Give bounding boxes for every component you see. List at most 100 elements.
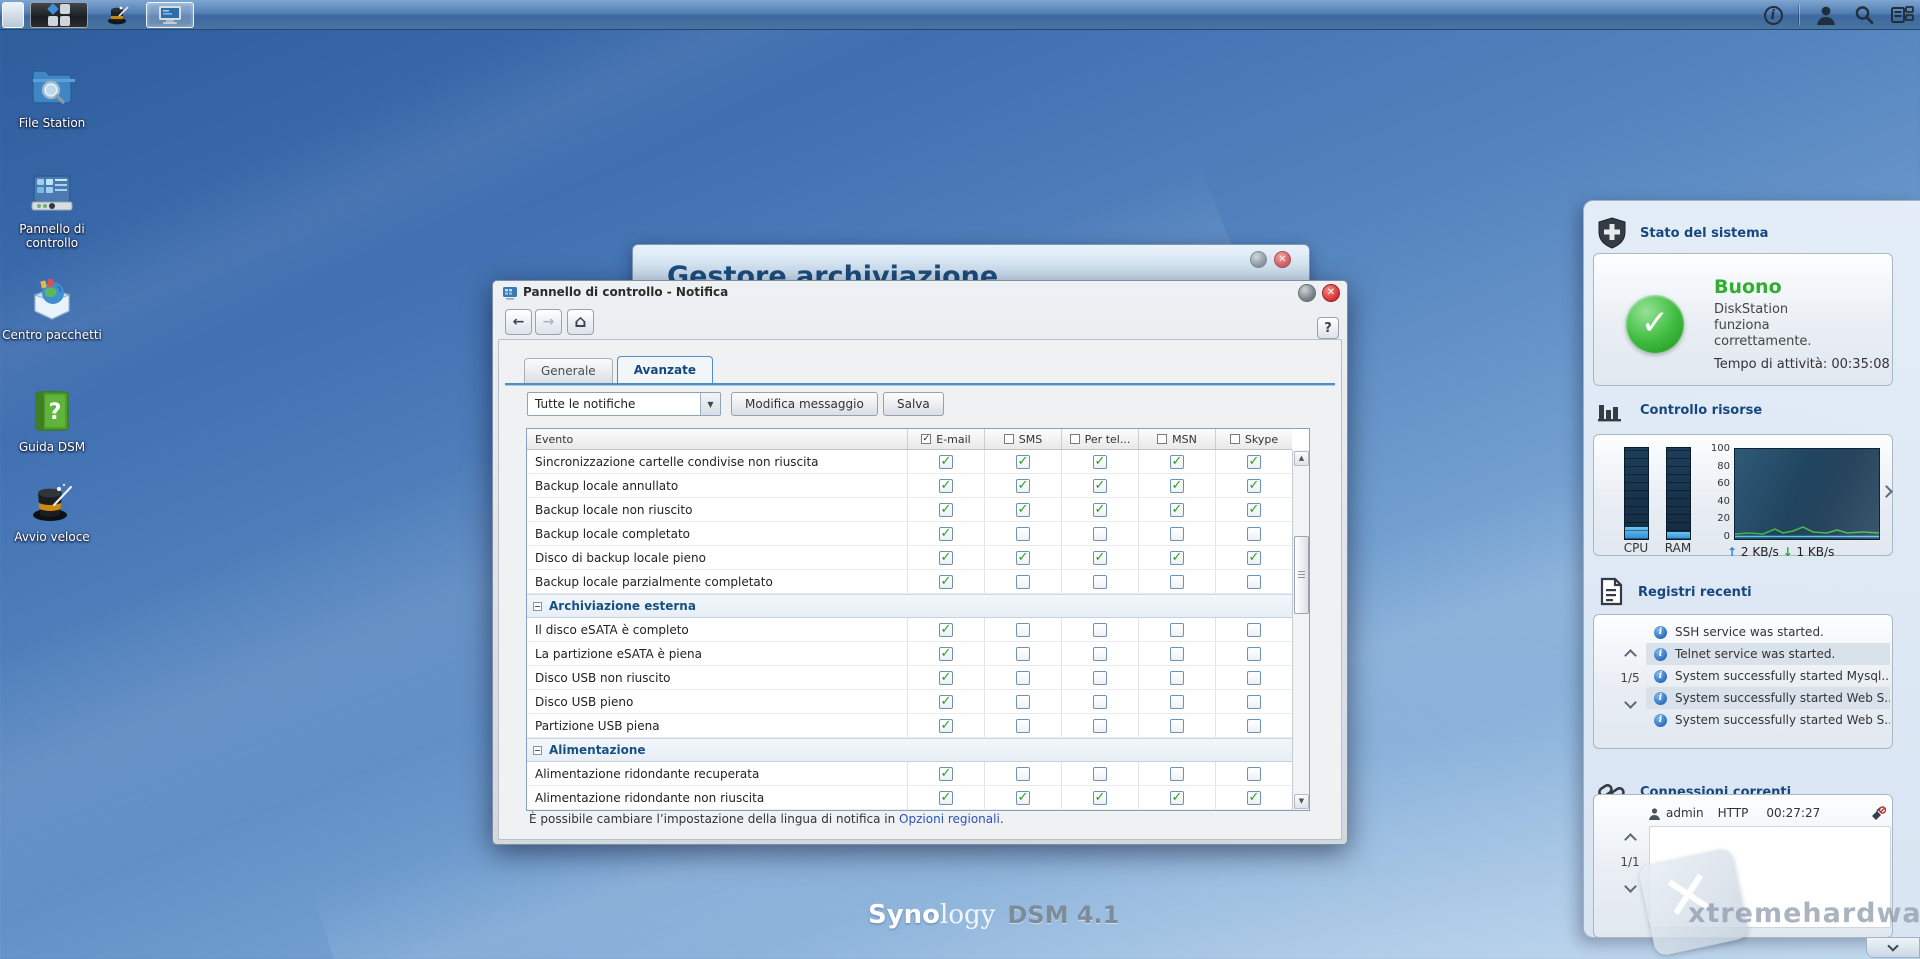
connections-page-up-button[interactable] (1626, 829, 1635, 848)
checked-checkbox-icon[interactable]: ✓ (1093, 455, 1107, 469)
channel-header-pertel[interactable]: Per tel... (1061, 429, 1138, 449)
unchecked-checkbox-icon[interactable] (1016, 695, 1030, 709)
disconnect-icon[interactable] (1870, 806, 1886, 821)
group-row[interactable]: Alimentazione (527, 738, 1292, 762)
checked-checkbox-icon[interactable]: ✓ (1016, 551, 1030, 565)
unchecked-checkbox-icon[interactable] (1247, 647, 1261, 661)
tab-avanzate[interactable]: Avanzate (617, 356, 713, 383)
checked-checkbox-icon[interactable]: ✓ (939, 455, 953, 469)
checked-checkbox-icon[interactable]: ✓ (939, 479, 953, 493)
checked-checkbox-icon[interactable]: ✓ (1247, 503, 1261, 517)
desktop-icon-control-panel[interactable]: Pannello di controllo (2, 170, 102, 250)
checked-checkbox-icon[interactable]: ✓ (939, 623, 953, 637)
logs-page-up-button[interactable] (1626, 645, 1635, 664)
tab-generale[interactable]: Generale (524, 358, 613, 383)
checked-checkbox-icon[interactable]: ✓ (939, 551, 953, 565)
unchecked-checkbox-icon[interactable] (1093, 575, 1107, 589)
unchecked-checkbox-icon[interactable] (1247, 527, 1261, 541)
user-menu-button[interactable] (1814, 3, 1838, 27)
checked-checkbox-icon[interactable]: ✓ (1093, 503, 1107, 517)
checked-checkbox-icon[interactable]: ✓ (939, 671, 953, 685)
show-desktop-button[interactable] (2, 2, 24, 28)
checked-checkbox-icon[interactable]: ✓ (939, 719, 953, 733)
unchecked-checkbox-icon[interactable] (1170, 647, 1184, 661)
unchecked-checkbox-icon[interactable] (1093, 719, 1107, 733)
unchecked-checkbox-icon[interactable] (1247, 623, 1261, 637)
unchecked-checkbox-icon[interactable] (1170, 695, 1184, 709)
taskbar-quick-start-button[interactable] (96, 2, 140, 28)
unchecked-checkbox-icon[interactable] (1093, 695, 1107, 709)
unchecked-checkbox-icon[interactable] (1247, 719, 1261, 733)
checked-checkbox-icon[interactable]: ✓ (1170, 551, 1184, 565)
forward-button[interactable]: → (535, 309, 562, 335)
home-button[interactable]: ⌂ (567, 309, 594, 335)
checked-checkbox-icon[interactable]: ✓ (1093, 551, 1107, 565)
checked-checkbox-icon[interactable]: ✓ (1247, 791, 1261, 805)
unchecked-checkbox-icon[interactable] (1016, 575, 1030, 589)
unchecked-checkbox-icon[interactable] (1093, 767, 1107, 781)
checked-checkbox-icon[interactable]: ✓ (1016, 479, 1030, 493)
channel-header-skype[interactable]: Skype (1215, 429, 1292, 449)
checked-checkbox-icon[interactable]: ✓ (1016, 503, 1030, 517)
checked-checkbox-icon[interactable]: ✓ (1170, 791, 1184, 805)
unchecked-checkbox-icon[interactable] (1170, 719, 1184, 733)
checked-checkbox-icon[interactable]: ✓ (939, 791, 953, 805)
channel-header-sms[interactable]: SMS (984, 429, 1061, 449)
main-menu-button[interactable] (30, 2, 88, 28)
checked-checkbox-icon[interactable]: ✓ (1247, 551, 1261, 565)
notification-filter-dropdown[interactable]: Tutte le notifiche ▼ (527, 392, 721, 416)
unchecked-checkbox-icon[interactable] (1157, 434, 1167, 444)
search-button[interactable] (1852, 3, 1876, 27)
collapse-icon[interactable] (533, 746, 542, 755)
unchecked-checkbox-icon[interactable] (1247, 695, 1261, 709)
unchecked-checkbox-icon[interactable] (1070, 434, 1080, 444)
widgets-panel-button[interactable] (1890, 3, 1914, 27)
unchecked-checkbox-icon[interactable] (1170, 623, 1184, 637)
resource-monitor-expand-button[interactable] (1880, 485, 1893, 498)
unchecked-checkbox-icon[interactable] (1247, 767, 1261, 781)
unchecked-checkbox-icon[interactable] (1093, 647, 1107, 661)
dialog-titlebar[interactable]: Pannello di controllo - Notifica ✕ (493, 281, 1347, 305)
scrollbar-thumb[interactable] (1294, 536, 1309, 614)
checked-checkbox-icon[interactable]: ✓ (1247, 479, 1261, 493)
unchecked-checkbox-icon[interactable] (1016, 767, 1030, 781)
taskbar-active-window-button[interactable] (146, 2, 194, 28)
help-button[interactable]: ? (1317, 317, 1339, 339)
save-button[interactable]: Salva (883, 392, 944, 416)
unchecked-checkbox-icon[interactable] (1016, 527, 1030, 541)
desktop-icon-file-station[interactable]: File Station (2, 64, 102, 130)
unchecked-checkbox-icon[interactable] (1170, 767, 1184, 781)
close-icon[interactable]: ✕ (1322, 284, 1340, 302)
unchecked-checkbox-icon[interactable] (1093, 623, 1107, 637)
checked-checkbox-icon[interactable]: ✓ (1170, 455, 1184, 469)
unchecked-checkbox-icon[interactable] (1170, 527, 1184, 541)
close-icon[interactable]: ✕ (1274, 251, 1291, 268)
channel-header-email[interactable]: ✓E-mail (907, 429, 984, 449)
checked-checkbox-icon[interactable]: ✓ (921, 434, 931, 444)
unchecked-checkbox-icon[interactable] (1016, 719, 1030, 733)
unchecked-checkbox-icon[interactable] (1247, 575, 1261, 589)
checked-checkbox-icon[interactable]: ✓ (939, 575, 953, 589)
checked-checkbox-icon[interactable]: ✓ (1170, 479, 1184, 493)
unchecked-checkbox-icon[interactable] (1016, 623, 1030, 637)
checked-checkbox-icon[interactable]: ✓ (939, 767, 953, 781)
unchecked-checkbox-icon[interactable] (1016, 647, 1030, 661)
unchecked-checkbox-icon[interactable] (1230, 434, 1240, 444)
system-health-button[interactable]: i (1761, 3, 1785, 27)
checked-checkbox-icon[interactable]: ✓ (1016, 791, 1030, 805)
unchecked-checkbox-icon[interactable] (1093, 527, 1107, 541)
unchecked-checkbox-icon[interactable] (1247, 671, 1261, 685)
checked-checkbox-icon[interactable]: ✓ (939, 527, 953, 541)
minimize-button[interactable] (1250, 251, 1267, 268)
checked-checkbox-icon[interactable]: ✓ (1170, 503, 1184, 517)
unchecked-checkbox-icon[interactable] (1170, 671, 1184, 685)
unchecked-checkbox-icon[interactable] (1004, 434, 1014, 444)
widget-panel-collapse-tab[interactable] (1866, 938, 1920, 958)
group-row[interactable]: Archiviazione esterna (527, 594, 1292, 618)
scroll-down-icon[interactable]: ▼ (1294, 794, 1309, 809)
checked-checkbox-icon[interactable]: ✓ (1093, 791, 1107, 805)
logs-page-down-button[interactable] (1626, 692, 1635, 711)
checked-checkbox-icon[interactable]: ✓ (1016, 455, 1030, 469)
scroll-up-icon[interactable]: ▲ (1294, 451, 1309, 466)
unchecked-checkbox-icon[interactable] (1170, 575, 1184, 589)
